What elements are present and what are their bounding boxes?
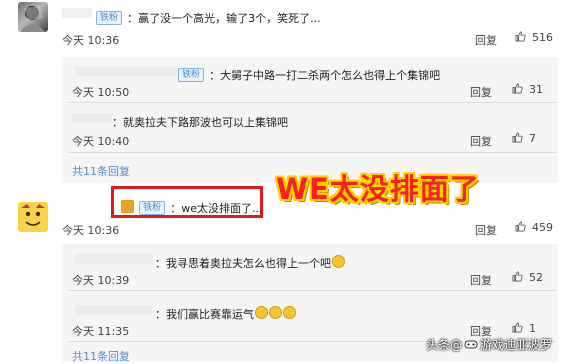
watermark-at: @ bbox=[450, 338, 463, 352]
laugh-emoji-icon bbox=[255, 306, 268, 319]
reply-text: ：我们赢比赛靠运气 bbox=[155, 308, 254, 321]
reply-button[interactable]: 回复 bbox=[475, 32, 497, 48]
reply-header: ：就奥拉夫下路那波也可以上集锦吧 bbox=[112, 111, 288, 130]
reply-header: ：我寻思着奥拉夫怎么也得上一个吧 bbox=[155, 252, 345, 271]
thumbs-up-icon bbox=[512, 83, 523, 94]
reply-header: ：我们赢比赛靠运气 bbox=[155, 303, 296, 322]
username-redacted bbox=[72, 113, 112, 123]
like-button[interactable]: 31 bbox=[512, 83, 543, 96]
like-button[interactable]: 459 bbox=[515, 221, 553, 234]
thumbs-up-icon bbox=[512, 271, 523, 282]
like-count: 7 bbox=[529, 132, 536, 145]
comment-text: ：we太没排面了... bbox=[170, 202, 263, 215]
divider bbox=[68, 102, 556, 103]
reply-header: 铁粉 ：大舅子中路一打二杀两个怎么也得上个集锦吧 bbox=[178, 64, 440, 83]
fan-level-icon bbox=[121, 200, 134, 213]
username-redacted bbox=[75, 305, 153, 315]
smile-emoji-icon bbox=[332, 255, 345, 268]
watermark-author: 游戏迪亚波罗 bbox=[480, 338, 553, 352]
reply-time: 今天 11:35 bbox=[72, 325, 130, 338]
watermark-prefix: 头条 bbox=[426, 338, 451, 352]
comment-time: 今天 10:36 bbox=[62, 224, 120, 237]
like-button[interactable]: 7 bbox=[512, 132, 536, 145]
laugh-emoji-icon bbox=[283, 306, 296, 319]
reply-text: ：大舅子中路一打二杀两个怎么也得上个集锦吧 bbox=[209, 69, 441, 82]
reply-button[interactable]: 回复 bbox=[475, 222, 497, 238]
comment-header: 铁粉 ：we太没排面了... bbox=[120, 197, 262, 216]
fan-badge[interactable]: 铁粉 bbox=[178, 67, 205, 82]
reply-text: ：就奥拉夫下路那波也可以上集锦吧 bbox=[112, 116, 288, 129]
like-count: 516 bbox=[532, 31, 553, 44]
username-redacted bbox=[75, 66, 177, 76]
like-count: 1 bbox=[529, 322, 536, 335]
username-redacted bbox=[62, 8, 92, 18]
like-button[interactable]: 516 bbox=[515, 31, 553, 44]
reply-button[interactable]: 回复 bbox=[470, 133, 492, 149]
comment-text: ：赢了没一个高光，输了3个，笑死了... bbox=[127, 12, 321, 25]
reply-text: ：我寻思着奥拉夫怎么也得上一个吧 bbox=[155, 257, 331, 270]
like-button[interactable]: 52 bbox=[512, 271, 543, 284]
comment-time: 今天 10:36 bbox=[62, 34, 120, 47]
watermark: 头条@ 游戏迪亚波罗 bbox=[426, 336, 552, 353]
fan-badge[interactable]: 铁粉 bbox=[139, 200, 166, 215]
like-count: 31 bbox=[529, 83, 543, 96]
like-count: 52 bbox=[529, 271, 543, 284]
overlay-title: WE太没排面了 bbox=[276, 172, 480, 206]
avatar[interactable] bbox=[18, 202, 48, 232]
like-count: 459 bbox=[532, 221, 553, 234]
fan-badge[interactable]: 铁粉 bbox=[96, 10, 123, 25]
reply-time: 今天 10:39 bbox=[72, 274, 130, 287]
laugh-emoji-icon bbox=[269, 306, 282, 319]
avatar[interactable] bbox=[18, 2, 48, 32]
reply-button[interactable]: 回复 bbox=[470, 84, 492, 100]
thumbs-up-icon bbox=[512, 322, 523, 333]
username-redacted bbox=[75, 254, 153, 264]
gamepad-icon bbox=[464, 340, 478, 349]
more-replies-link[interactable]: 共11条回复 bbox=[72, 163, 130, 179]
divider bbox=[68, 152, 556, 153]
like-button[interactable]: 1 bbox=[512, 322, 536, 335]
divider bbox=[68, 290, 556, 291]
reply-button[interactable]: 回复 bbox=[470, 272, 492, 288]
thumbs-up-icon bbox=[515, 31, 526, 42]
reply-time: 今天 10:50 bbox=[72, 86, 130, 99]
thumbs-up-icon bbox=[512, 132, 523, 143]
comment-header: 铁粉 ：赢了没一个高光，输了3个，笑死了... bbox=[96, 7, 321, 26]
thumbs-up-icon bbox=[515, 221, 526, 232]
reply-time: 今天 10:40 bbox=[72, 135, 130, 148]
